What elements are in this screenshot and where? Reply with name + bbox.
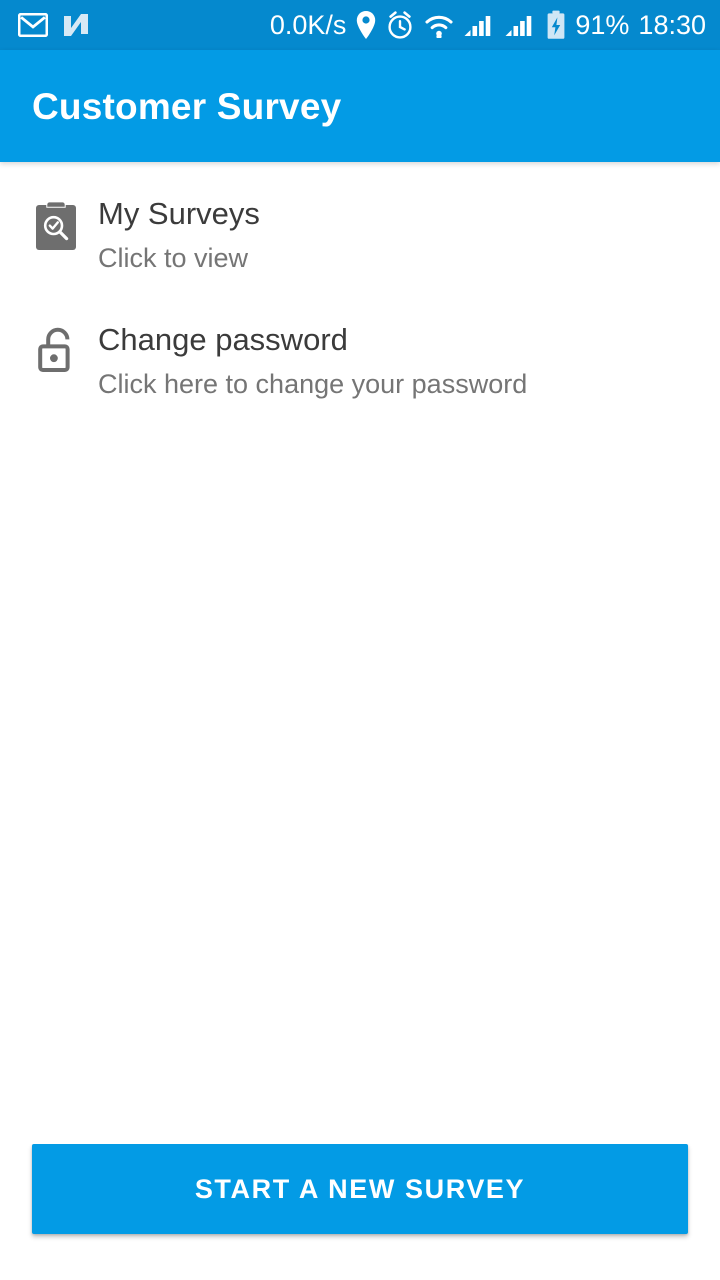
status-bar: 0.0K/s 91% 18:30 [0, 0, 720, 50]
location-pin-icon [355, 10, 377, 40]
start-new-survey-button[interactable]: START A NEW SURVEY [32, 1144, 688, 1234]
clock-text: 18:30 [638, 9, 706, 40]
nexus-n-icon [62, 12, 90, 38]
app-screen: 0.0K/s 91% 18:30 Customer Survey My Surv… [0, 0, 720, 1280]
page-title: Customer Survey [32, 85, 342, 127]
list-item-subtitle: Click to view [98, 243, 249, 273]
alarm-clock-icon [386, 10, 414, 40]
list-item-title: Change password [98, 322, 348, 357]
list-item-title: My Surveys [98, 196, 260, 231]
battery-charging-icon [546, 10, 566, 40]
status-bar-system-icons: 0.0K/s 91% 18:30 [270, 10, 706, 40]
wifi-icon [423, 12, 455, 38]
network-speed-text: 0.0K/s [269, 9, 347, 40]
battery-percent-text: 91% [575, 9, 630, 40]
list-item-change-password[interactable]: Change password Click here to change you… [0, 310, 720, 414]
list-item-change-password-text: Change password Click here to change you… [98, 318, 527, 406]
main-content: My Surveys Click to view Change password… [0, 162, 720, 1144]
signal-bars-sim2-icon [505, 12, 537, 38]
bottom-action-bar: START A NEW SURVEY [0, 1144, 720, 1280]
status-bar-notification-icons [18, 12, 90, 38]
unlocked-padlock-icon [32, 318, 80, 376]
app-bar: Customer Survey [0, 50, 720, 162]
clipboard-search-icon [32, 192, 80, 250]
list-item-my-surveys[interactable]: My Surveys Click to view [0, 184, 720, 288]
signal-bars-sim1-icon [464, 12, 496, 38]
list-item-my-surveys-text: My Surveys Click to view [98, 192, 260, 280]
gmail-icon [18, 13, 48, 37]
list-item-subtitle: Click here to change your password [98, 369, 528, 399]
